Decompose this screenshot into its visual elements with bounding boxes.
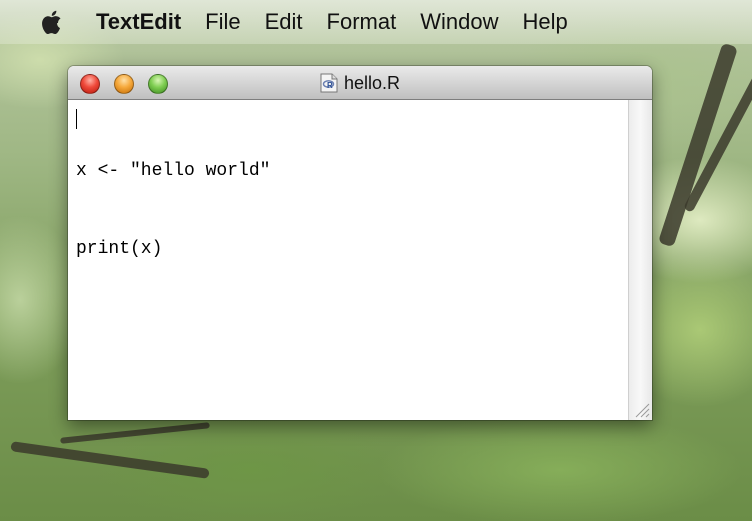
menu-window[interactable]: Window [420,0,498,44]
menu-format[interactable]: Format [327,0,397,44]
resize-grip-icon[interactable] [632,400,650,418]
svg-text:R: R [327,81,333,90]
text-editor-area[interactable]: x <- "hello world" print(x) [68,100,628,420]
textedit-window: R hello.R x <- "hello world" print(x) [68,66,652,420]
code-line: x <- "hello world" [76,161,271,181]
window-title: R hello.R [68,66,652,100]
menu-textedit[interactable]: TextEdit [96,0,181,44]
vertical-scrollbar[interactable] [628,100,652,420]
apple-icon[interactable] [40,9,66,35]
text-caret [76,109,77,129]
menu-bar: TextEdit File Edit Format Window Help [0,0,752,44]
code-text: x <- "hello world" print(x) [68,100,628,314]
window-title-text: hello.R [343,72,401,93]
code-line: print(x) [76,239,163,259]
menu-help[interactable]: Help [522,0,567,44]
menu-edit[interactable]: Edit [265,0,303,44]
window-titlebar[interactable]: R hello.R [68,66,652,100]
tree-branch [60,422,210,444]
tree-branch [10,441,210,479]
apple-icon [42,10,61,34]
menu-file[interactable]: File [205,0,240,44]
r-document-icon: R [320,73,338,93]
